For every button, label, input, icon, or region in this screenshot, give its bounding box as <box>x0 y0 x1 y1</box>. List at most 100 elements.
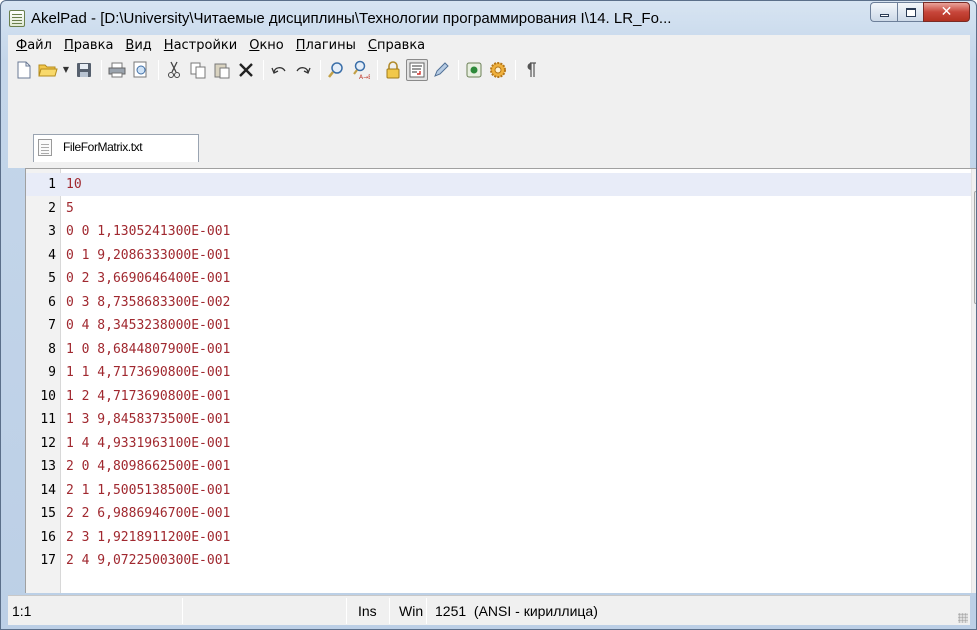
text-line[interactable]: 14 2 1 1,5005138500E-001 <box>26 479 971 502</box>
paste-button[interactable] <box>211 59 233 81</box>
menu-window[interactable]: Окно <box>245 38 292 53</box>
line-text: 2 2 6,9886946700E-001 <box>66 506 231 521</box>
text-line[interactable]: 16 2 3 1,9218911200E-001 <box>26 526 971 549</box>
open-folder-icon <box>38 64 58 76</box>
line-text: 2 3 1,9218911200E-001 <box>66 529 231 545</box>
undo-icon <box>271 66 286 74</box>
word-wrap-button[interactable] <box>406 58 428 81</box>
redo-button[interactable] <box>292 59 314 81</box>
insert-mode-indicator[interactable]: Ins <box>358 600 377 622</box>
title-bar[interactable]: AkelPad - [D:\University\Читаемые дисцип… <box>1 1 976 35</box>
line-number: 9 <box>48 365 56 380</box>
redo-icon <box>296 66 311 74</box>
plugins-button[interactable] <box>463 59 485 81</box>
line-text: 0 0 1,1305241300E-001 <box>66 224 231 239</box>
find-button[interactable] <box>325 59 347 81</box>
print-preview-button[interactable] <box>130 59 152 81</box>
menu-help[interactable]: Справка <box>364 38 433 53</box>
pilcrow-icon <box>527 61 536 77</box>
show-special-chars-button[interactable] <box>520 59 542 81</box>
cut-button[interactable] <box>163 59 185 81</box>
toolbar-separator <box>377 59 378 80</box>
open-dropdown-arrow[interactable]: ▼ <box>61 65 71 74</box>
text-line[interactable]: 8 1 0 8,6844807900E-001 <box>26 338 971 361</box>
line-text: 2 4 9,0722500300E-001 <box>66 553 231 568</box>
resize-grip[interactable] <box>958 613 968 623</box>
line-number: 16 <box>40 529 56 545</box>
line-text: 1 0 8,6844807900E-001 <box>66 341 231 357</box>
line-number: 17 <box>40 553 56 568</box>
text-line[interactable]: 1 10 <box>26 173 971 196</box>
toolbar-separator <box>158 59 159 80</box>
lock-icon <box>386 60 400 78</box>
line-text: 1 1 4,7173690800E-001 <box>66 365 231 380</box>
text-line[interactable]: 9 1 1 4,7173690800E-001 <box>26 361 971 384</box>
magnifier-icon <box>328 61 343 78</box>
settings-button[interactable] <box>487 59 509 81</box>
line-text: 2 1 1,5005138500E-001 <box>66 482 231 498</box>
scroll-down-arrow[interactable]: ▼ <box>972 568 976 587</box>
text-line[interactable]: 25 <box>26 197 971 220</box>
line-number: 10 <box>40 388 56 404</box>
text-line[interactable]: 11 1 3 9,8458373500E-001 <box>26 408 971 431</box>
line-number: 14 <box>40 482 56 498</box>
line-number: 8 <box>48 341 56 357</box>
text-line[interactable]: 13 2 0 4,8098662500E-001 <box>26 455 971 478</box>
text-line[interactable]: 17 2 4 9,0722500300E-001 <box>26 549 971 572</box>
line-number: 6 <box>48 294 56 310</box>
status-divider <box>182 598 183 624</box>
status-bar: 1:1 Ins Win 1251 (ANSI - кириллица) <box>8 595 970 625</box>
menu-settings[interactable]: Настройки <box>160 38 245 53</box>
replace-button[interactable]: A→B <box>349 59 371 81</box>
text-line[interactable]: 5 0 2 3,6690646400E-001 <box>26 267 971 290</box>
close-button[interactable]: ✕ <box>923 2 970 22</box>
line-number: 1 <box>48 177 56 192</box>
close-icon: ✕ <box>940 4 953 20</box>
encoding-indicator[interactable]: 1251 (ANSI - кириллица) <box>435 600 598 622</box>
line-number: 5 <box>48 271 56 286</box>
line-number: 13 <box>40 459 56 474</box>
tab-strip: FileForMatrix.txt <box>8 84 970 168</box>
text-line[interactable]: 12 1 4 4,9331963100E-001 <box>26 432 971 455</box>
menu-edit[interactable]: Правка <box>60 38 121 53</box>
delete-button[interactable] <box>235 59 257 81</box>
toolbar-separator <box>101 59 102 80</box>
akelpad-app-icon[interactable] <box>9 10 25 27</box>
minimize-button[interactable] <box>870 2 897 22</box>
plugin-icon <box>466 62 482 77</box>
print-button[interactable] <box>106 59 128 81</box>
text-line[interactable]: 7 0 4 8,3453238000E-001 <box>26 314 971 337</box>
cursor-position: 1:1 <box>12 603 32 619</box>
maximize-button[interactable] <box>897 2 923 22</box>
menu-plugins[interactable]: Плагины <box>292 38 364 53</box>
menu-file[interactable]: Файл <box>12 38 60 53</box>
menu-view[interactable]: Вид <box>121 38 159 53</box>
line-text: 0 1 9,2086333000E-001 <box>66 247 231 263</box>
text-line[interactable]: 3 0 0 1,1305241300E-001 <box>26 220 971 243</box>
paste-icon <box>214 63 230 78</box>
vertical-scrollbar[interactable]: ▲ ▼ <box>971 169 976 593</box>
newline-format[interactable]: Win <box>399 600 423 622</box>
new-file-button[interactable] <box>13 59 35 81</box>
tab-fileformatrix[interactable]: FileForMatrix.txt <box>33 134 199 162</box>
line-text: 1 4 4,9331963100E-001 <box>66 435 231 451</box>
copy-button[interactable] <box>187 59 209 81</box>
line-text: 10 <box>66 177 82 192</box>
open-file-button[interactable] <box>37 59 59 81</box>
copy-icon <box>190 62 206 78</box>
maximize-icon <box>905 7 916 17</box>
insert-mode-button[interactable] <box>430 59 452 81</box>
undo-button[interactable] <box>268 59 290 81</box>
editor-area[interactable]: 1 10 2 5 3 0 0 1,1305241300E-001 4 0 1 9,208633… <box>25 168 976 593</box>
status-divider <box>346 598 347 624</box>
save-button[interactable] <box>73 59 95 81</box>
text-line[interactable]: 15 2 2 6,9886946700E-001 <box>26 502 971 525</box>
scroll-up-arrow[interactable]: ▲ <box>972 169 976 188</box>
window-title: AkelPad - [D:\University\Читаемые дисцип… <box>31 10 672 27</box>
read-only-button[interactable] <box>382 59 404 81</box>
text-line[interactable]: 10 1 2 4,7173690800E-001 <box>26 385 971 408</box>
line-text: 2 0 4,8098662500E-001 <box>66 459 231 474</box>
akelpad-window: AkelPad - [D:\University\Читаемые дисцип… <box>0 0 977 630</box>
text-line[interactable]: 4 0 1 9,2086333000E-001 <box>26 244 971 267</box>
text-line[interactable]: 6 0 3 8,7358683300E-002 <box>26 291 971 314</box>
